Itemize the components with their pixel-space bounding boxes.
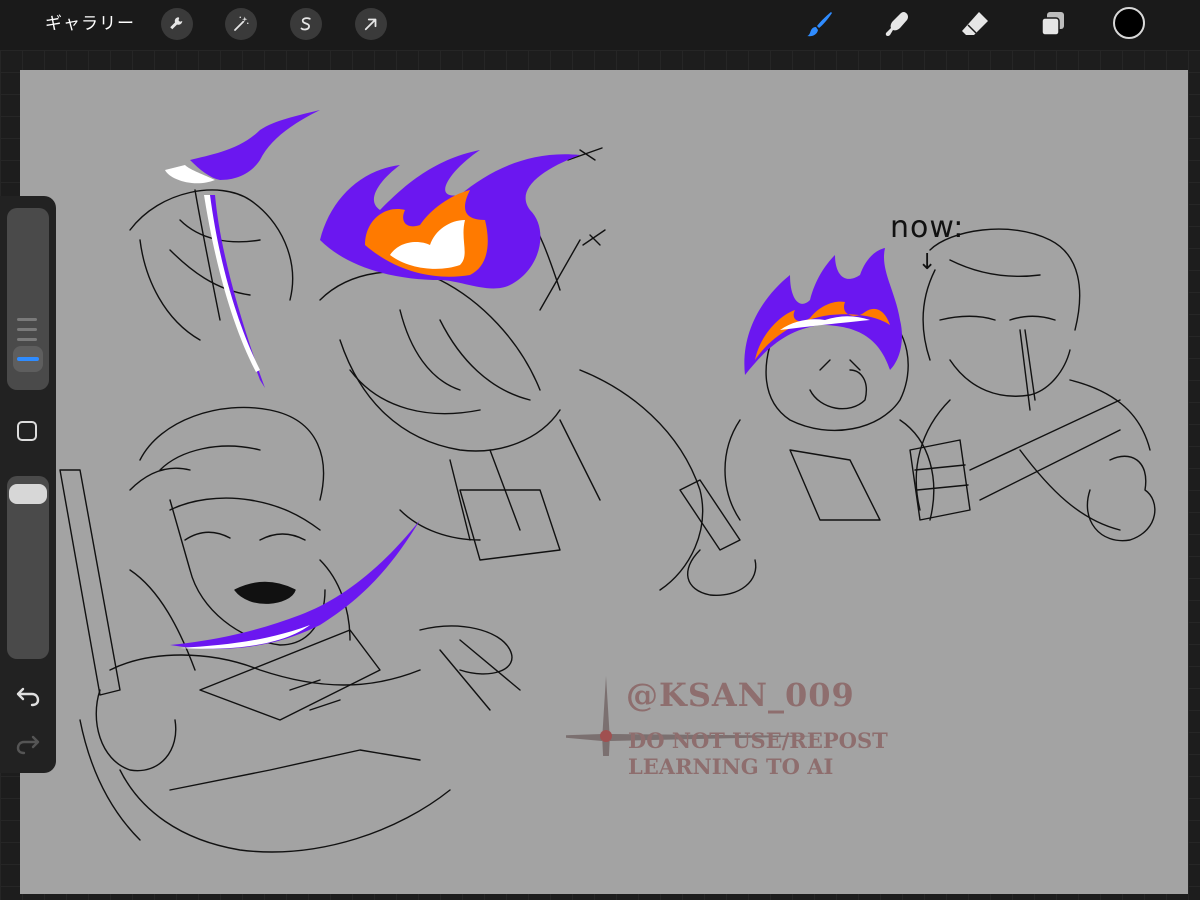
redo-button[interactable] bbox=[14, 731, 42, 757]
adjustments-button[interactable] bbox=[225, 8, 257, 40]
purple-flame bbox=[170, 520, 420, 649]
layers-icon bbox=[1041, 12, 1064, 36]
purple-flame bbox=[190, 110, 320, 180]
eraser-icon bbox=[962, 12, 988, 35]
modify-button[interactable] bbox=[17, 421, 37, 441]
transform-button[interactable] bbox=[355, 8, 387, 40]
eraser-tool[interactable] bbox=[958, 7, 992, 41]
drawing-canvas[interactable]: now: ↓ @KSAN_009 DO NOT USE/REPOST LEARN… bbox=[20, 70, 1188, 894]
layers-tool[interactable] bbox=[1036, 7, 1070, 41]
brush-size-slider[interactable] bbox=[7, 208, 49, 390]
undo-icon bbox=[16, 687, 40, 707]
brush-tool[interactable] bbox=[803, 7, 837, 41]
top-toolbar: ギャラリー bbox=[0, 0, 1200, 50]
undo-button[interactable] bbox=[14, 683, 42, 709]
left-sidebar bbox=[0, 196, 56, 773]
size-slider-handle[interactable] bbox=[9, 308, 47, 372]
wrench-icon bbox=[170, 17, 183, 30]
redo-icon bbox=[16, 735, 40, 755]
brush-icon bbox=[807, 12, 832, 37]
gallery-button[interactable]: ギャラリー bbox=[45, 12, 135, 36]
selection-button[interactable] bbox=[290, 8, 322, 40]
magic-wand-icon bbox=[234, 16, 249, 31]
artwork bbox=[59, 110, 1156, 853]
selection-s-icon bbox=[300, 17, 311, 31]
smudge-icon bbox=[885, 12, 908, 37]
opacity-slider-handle[interactable] bbox=[9, 484, 47, 504]
actions-button[interactable] bbox=[161, 8, 193, 40]
smudge-tool[interactable] bbox=[880, 7, 914, 41]
brush-opacity-slider[interactable] bbox=[7, 476, 49, 659]
arrow-cursor-icon bbox=[364, 18, 377, 31]
purple-fire-effects bbox=[165, 110, 902, 649]
note-text: now: bbox=[890, 210, 965, 245]
note-arrow: ↓ bbox=[918, 250, 937, 275]
color-picker-button[interactable] bbox=[1113, 7, 1145, 39]
